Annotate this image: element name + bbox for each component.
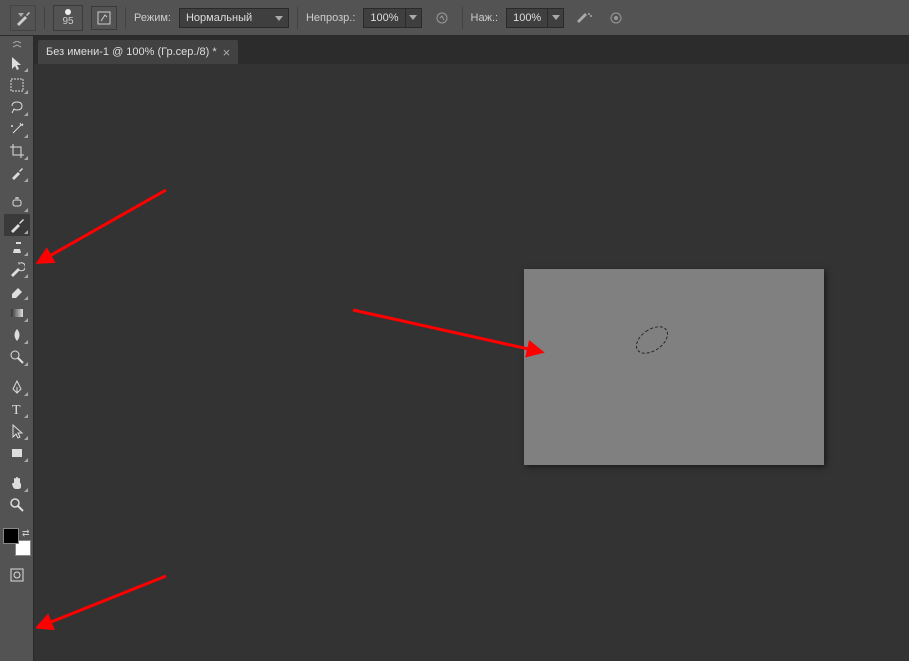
lasso-tool[interactable]	[4, 96, 30, 118]
chevron-down-icon[interactable]	[405, 9, 421, 27]
blend-mode-value: Нормальный	[186, 12, 252, 24]
brush-picker[interactable]: 95	[53, 5, 83, 31]
eyedropper-tool[interactable]	[4, 162, 30, 184]
opacity-label: Непрозр.:	[306, 12, 355, 24]
history-brush-tool[interactable]	[4, 258, 30, 280]
rectangle-tool[interactable]	[4, 442, 30, 464]
chevron-down-icon	[18, 13, 34, 29]
flow-label: Наж.:	[471, 12, 499, 24]
tool-preset-picker[interactable]	[10, 5, 36, 31]
zoom-tool[interactable]	[4, 494, 30, 516]
quick-mask-toggle[interactable]	[4, 564, 30, 586]
move-tool[interactable]	[4, 52, 30, 74]
flow-value: 100%	[507, 12, 547, 24]
crop-tool[interactable]	[4, 140, 30, 162]
marquee-selection	[631, 321, 673, 360]
airbrush-icon	[575, 11, 593, 25]
clone-stamp-tool[interactable]	[4, 236, 30, 258]
brush-panel-toggle[interactable]	[91, 6, 117, 30]
path-selection-tool[interactable]	[4, 420, 30, 442]
collapse-handle[interactable]	[2, 40, 32, 50]
divider	[125, 7, 126, 29]
marquee-tool[interactable]	[4, 74, 30, 96]
color-swatches[interactable]: ⇄	[3, 528, 31, 556]
document-tab[interactable]: Без имени-1 @ 100% (Гр.сер./8) * ×	[38, 40, 238, 64]
foreground-color-swatch[interactable]	[3, 528, 19, 544]
divider	[44, 7, 45, 29]
flow-input[interactable]: 100%	[506, 8, 564, 28]
chevron-double-icon	[13, 41, 21, 49]
mode-label: Режим:	[134, 12, 171, 24]
document-tab-title: Без имени-1 @ 100% (Гр.сер./8) *	[46, 46, 217, 58]
type-tool[interactable]: T	[4, 398, 30, 420]
brush-panel-icon	[96, 10, 112, 26]
eraser-tool[interactable]	[4, 280, 30, 302]
swap-colors-icon[interactable]: ⇄	[22, 528, 30, 539]
gradient-tool[interactable]	[4, 302, 30, 324]
opacity-input[interactable]: 100%	[363, 8, 421, 28]
magic-wand-tool[interactable]	[4, 118, 30, 140]
tools-panel: T ⇄	[0, 36, 34, 661]
blur-tool[interactable]	[4, 324, 30, 346]
divider	[297, 7, 298, 29]
divider	[462, 7, 463, 29]
blend-mode-dropdown[interactable]: Нормальный	[179, 8, 289, 28]
pen-tool[interactable]	[4, 376, 30, 398]
canvas-area[interactable]	[34, 64, 909, 661]
pressure-opacity-toggle[interactable]	[430, 8, 454, 28]
dodge-tool[interactable]	[4, 346, 30, 368]
brush-tool[interactable]	[4, 214, 30, 236]
brush-size-value: 95	[62, 16, 73, 27]
options-bar: 95 Режим: Нормальный Непрозр.: 100% Наж.…	[0, 0, 909, 36]
airbrush-toggle[interactable]	[572, 8, 596, 28]
document-canvas[interactable]	[524, 269, 824, 465]
healing-brush-tool[interactable]	[4, 192, 30, 214]
tablet-pressure-size-icon	[608, 10, 624, 26]
tablet-pressure-icon	[434, 10, 450, 26]
close-icon[interactable]: ×	[223, 45, 231, 60]
pressure-size-toggle[interactable]	[604, 8, 628, 28]
document-tab-bar: Без имени-1 @ 100% (Гр.сер./8) * ×	[0, 36, 909, 64]
opacity-value: 100%	[364, 12, 404, 24]
chevron-down-icon[interactable]	[547, 9, 563, 27]
hand-tool[interactable]	[4, 472, 30, 494]
svg-text:T: T	[12, 403, 21, 417]
brush-preview-dot	[65, 9, 71, 15]
